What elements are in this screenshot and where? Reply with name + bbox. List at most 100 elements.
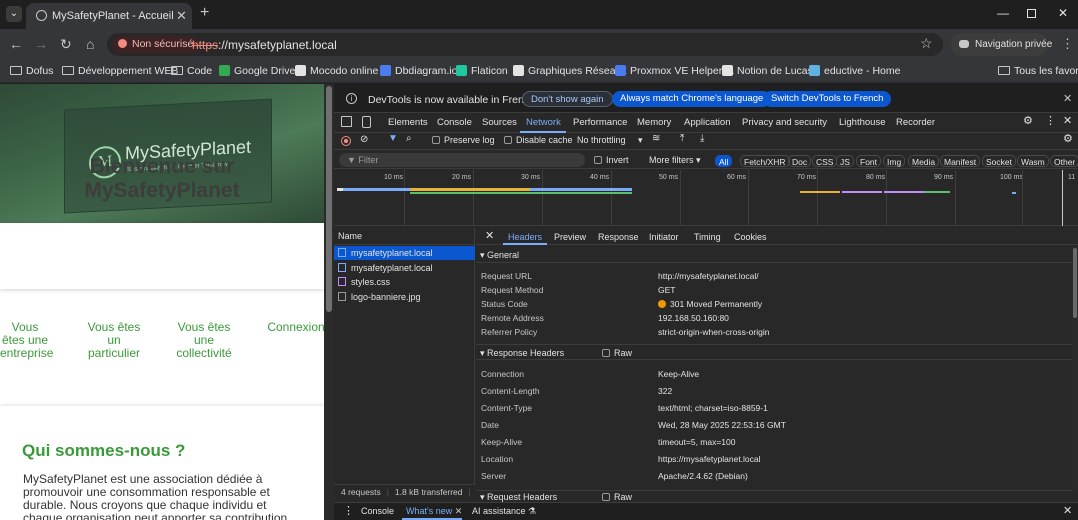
page-scrollbar[interactable] bbox=[324, 84, 334, 520]
forward-arrow-icon[interactable]: → bbox=[34, 36, 48, 52]
drawer-menu-icon[interactable]: ⋮ bbox=[343, 504, 354, 517]
type-filter-img[interactable]: Img bbox=[883, 155, 906, 167]
throttling-select[interactable]: No throttling ▾ bbox=[577, 135, 643, 146]
window-close-icon[interactable]: ✕ bbox=[1058, 6, 1068, 20]
browser-menu-icon[interactable]: ⋮ bbox=[1061, 36, 1074, 52]
detail-scrollbar[interactable] bbox=[1072, 246, 1078, 490]
type-filter-fetchxhr[interactable]: Fetch/XHR bbox=[740, 155, 790, 167]
request-row[interactable]: logo-banniere.jpg bbox=[334, 290, 475, 304]
devtools-settings-icon[interactable]: ⚙ bbox=[1023, 114, 1033, 127]
header-value[interactable]: GET bbox=[658, 285, 675, 295]
header-value[interactable]: Wed, 28 May 2025 22:53:16 GMT bbox=[658, 420, 786, 430]
close-tab-icon[interactable]: ✕ bbox=[455, 506, 463, 516]
tab-elements[interactable]: Elements bbox=[388, 117, 428, 128]
network-settings-icon[interactable]: ⚙ bbox=[1063, 132, 1073, 145]
tab-close-icon[interactable]: ✕ bbox=[176, 8, 187, 24]
tab-memory[interactable]: Memory bbox=[637, 117, 671, 128]
header-value[interactable]: timeout=5, max=100 bbox=[658, 437, 736, 447]
nav-entreprise-link[interactable]: Vous êtes une entreprise bbox=[0, 321, 53, 360]
response-headers-section-header[interactable]: ▾ Response Headers Raw bbox=[476, 344, 1072, 360]
invert-checkbox[interactable]: Invert bbox=[594, 155, 629, 165]
header-value[interactable]: strict-origin-when-cross-origin bbox=[658, 327, 769, 337]
bookmark-0[interactable]: Dofus bbox=[10, 65, 53, 79]
scrollbar-thumb[interactable] bbox=[1073, 248, 1077, 318]
drawer-close-icon[interactable]: ✕ bbox=[1063, 504, 1072, 517]
home-icon[interactable]: ⌂ bbox=[86, 36, 94, 52]
dont-show-again-button[interactable]: Don't show again bbox=[522, 91, 613, 107]
minimize-icon[interactable]: — bbox=[997, 6, 1009, 20]
bookmark-star-icon[interactable]: ☆ bbox=[920, 35, 933, 52]
tab-recorder[interactable]: Recorder bbox=[896, 117, 935, 128]
tab-network[interactable]: Network bbox=[526, 117, 561, 128]
bookmark-3[interactable]: Google Drive bbox=[219, 65, 295, 79]
bookmark-7[interactable]: Graphiques Réseaux bbox=[513, 65, 627, 79]
tab-preview[interactable]: Preview bbox=[554, 232, 586, 242]
clear-icon[interactable]: ⊘ bbox=[360, 134, 368, 145]
back-arrow-icon[interactable]: ← bbox=[9, 36, 23, 52]
general-section-header[interactable]: ▾ General bbox=[476, 247, 1072, 263]
tab-headers[interactable]: Headers bbox=[508, 232, 542, 242]
export-har-icon[interactable]: ⤓ bbox=[700, 133, 704, 144]
all-bookmarks[interactable]: Tous les favoris bbox=[998, 65, 1078, 79]
network-timeline-overview[interactable] bbox=[334, 170, 1078, 226]
devtools-menu-icon[interactable]: ⋮ bbox=[1045, 114, 1056, 127]
nav-collectivite-link[interactable]: Vous êtes une collectivité bbox=[173, 321, 235, 360]
devtools-close-icon[interactable]: ✕ bbox=[1063, 114, 1072, 127]
tab-initiator[interactable]: Initiator bbox=[649, 232, 679, 242]
tab-cookies[interactable]: Cookies bbox=[734, 232, 767, 242]
tab-privacy-security[interactable]: Privacy and security bbox=[742, 117, 827, 128]
type-filter-media[interactable]: Media bbox=[908, 155, 940, 167]
tab-response[interactable]: Response bbox=[598, 232, 639, 242]
type-filter-font[interactable]: Font bbox=[856, 155, 882, 167]
raw-checkbox[interactable]: Raw bbox=[602, 345, 632, 361]
device-toolbar-icon[interactable] bbox=[362, 116, 371, 128]
tab-application[interactable]: Application bbox=[684, 117, 730, 128]
tab-search-button[interactable]: ⌄ bbox=[6, 6, 22, 22]
drawer-tab-console[interactable]: Console bbox=[361, 506, 394, 516]
record-icon[interactable] bbox=[341, 136, 351, 146]
tab-lighthouse[interactable]: Lighthouse bbox=[839, 117, 885, 128]
match-chrome-language-button[interactable]: Always match Chrome's language bbox=[612, 91, 772, 107]
search-icon[interactable]: ⌕ bbox=[406, 133, 412, 144]
header-value[interactable]: http://mysafetyplanet.local/ bbox=[658, 271, 759, 281]
request-row[interactable]: styles.css bbox=[334, 275, 475, 289]
type-filter-socket[interactable]: Socket bbox=[982, 155, 1016, 167]
import-har-icon[interactable]: ⤒ bbox=[680, 133, 684, 144]
drawer-tab-ai-assistance[interactable]: AI assistance ⚗ bbox=[472, 506, 536, 517]
new-tab-button[interactable]: + bbox=[200, 4, 209, 22]
bookmark-9[interactable]: Notion de Lucas bbox=[722, 65, 813, 79]
type-filter-doc[interactable]: Doc bbox=[788, 155, 812, 167]
more-filters-dropdown[interactable]: More filters ▾ bbox=[649, 155, 701, 166]
header-value[interactable]: 301 Moved Permanently bbox=[658, 299, 762, 309]
request-row[interactable]: mysafetyplanet.local bbox=[334, 246, 475, 260]
bookmark-1[interactable]: Développement WEB bbox=[62, 65, 178, 79]
header-value[interactable]: Keep-Alive bbox=[658, 369, 699, 379]
tab-sources[interactable]: Sources bbox=[482, 117, 517, 128]
tab-console[interactable]: Console bbox=[437, 117, 472, 128]
switch-to-french-button[interactable]: Switch DevTools to French bbox=[763, 91, 892, 107]
request-headers-section-header[interactable]: ▾ Request Headers Raw bbox=[476, 490, 1072, 502]
maximize-icon[interactable] bbox=[1027, 9, 1036, 18]
network-conditions-icon[interactable]: ≋ bbox=[652, 133, 660, 144]
bookmark-10[interactable]: eductive - Home bbox=[809, 65, 900, 79]
type-filter-js[interactable]: JS bbox=[836, 155, 854, 167]
header-value[interactable]: text/html; charset=iso-8859-1 bbox=[658, 403, 768, 413]
header-value[interactable]: 192.168.50.160:80 bbox=[658, 313, 729, 323]
nav-particulier-link[interactable]: Vous êtes un particulier bbox=[86, 321, 142, 360]
tab-timing[interactable]: Timing bbox=[694, 232, 721, 242]
address-url[interactable]: https://mysafetyplanet.local bbox=[192, 38, 337, 52]
inspect-element-icon[interactable] bbox=[341, 116, 352, 127]
type-filter-manifest[interactable]: Manifest bbox=[940, 155, 981, 167]
bookmark-6[interactable]: Flaticon bbox=[456, 65, 508, 79]
header-value[interactable]: 322 bbox=[658, 386, 672, 396]
bookmark-8[interactable]: Proxmox VE Helper-... bbox=[615, 65, 734, 79]
header-value[interactable]: https://mysafetyplanet.local bbox=[658, 454, 761, 464]
browser-tab-active[interactable]: MySafetyPlanet - Accueil ✕ bbox=[26, 3, 192, 29]
raw-checkbox[interactable]: Raw bbox=[602, 491, 632, 502]
filter-funnel-icon[interactable]: ▼ bbox=[388, 133, 398, 144]
disable-cache-checkbox[interactable]: Disable cache bbox=[504, 135, 573, 145]
security-chip[interactable]: Non sécurisé bbox=[112, 36, 200, 53]
tab-performance[interactable]: Performance bbox=[573, 117, 627, 128]
private-profile-button[interactable]: Navigation privée bbox=[951, 33, 1052, 56]
drawer-tab-whats-new[interactable]: What's new ✕ bbox=[406, 506, 462, 517]
